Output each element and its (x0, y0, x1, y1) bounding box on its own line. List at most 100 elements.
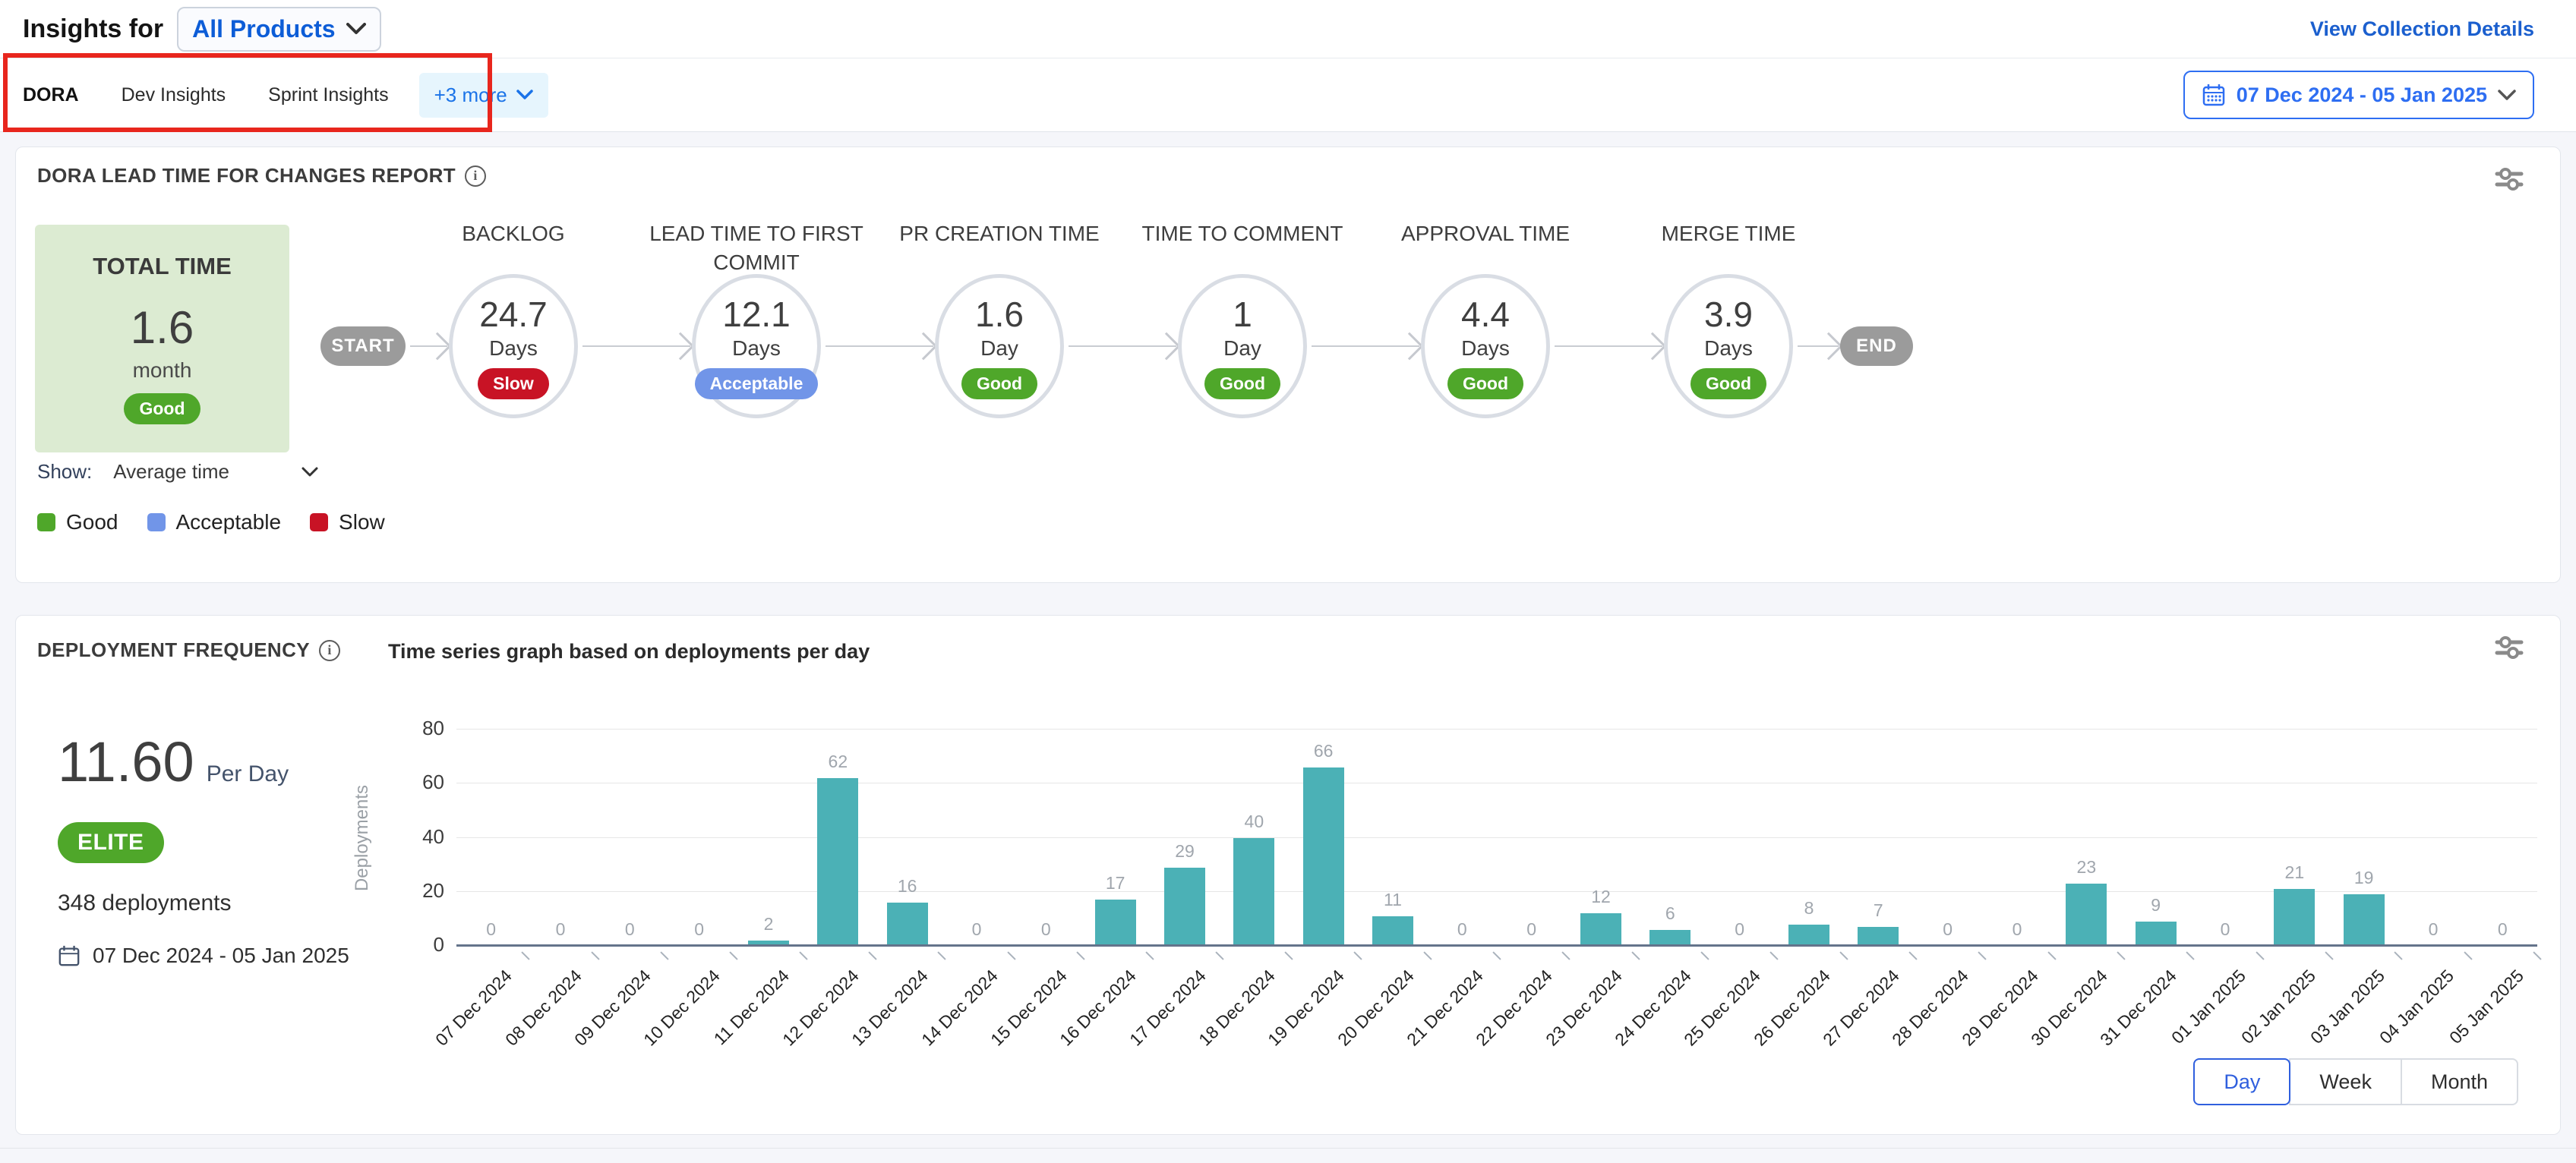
bar-value-label: 0 (461, 919, 522, 940)
granularity-month[interactable]: Month (2401, 1058, 2518, 1105)
tab-bar: DORADev InsightsSprint Insights +3 more … (0, 58, 2576, 132)
rating-legend: Good Acceptable Slow (37, 510, 385, 534)
legend-label: Good (66, 510, 118, 534)
y-tick-label: 60 (397, 771, 444, 794)
stage-value: 12.1 (722, 294, 791, 335)
x-tick-mark (1562, 951, 1571, 960)
calendar-icon (58, 944, 80, 967)
x-tick-label: 02 Jan 2025 (2237, 966, 2320, 1048)
bar-value-label: 11 (1362, 890, 1423, 910)
stage-rating-badge: Good (1447, 368, 1523, 399)
stage-rating-badge: Slow (478, 368, 549, 399)
tab-dev-insights[interactable]: Dev Insights (122, 58, 226, 131)
bar-value-label: 0 (530, 919, 591, 940)
x-tick-mark (1978, 951, 1987, 960)
x-tick-mark (2325, 951, 2333, 960)
gridline (456, 837, 2537, 838)
chart-settings-icon[interactable] (2492, 631, 2526, 668)
bar (1164, 868, 1205, 946)
x-tick-mark (1423, 951, 1432, 960)
bar (817, 778, 858, 946)
stage-approval-time: 4.4DaysGood (1421, 274, 1550, 418)
y-tick-label: 0 (397, 933, 444, 957)
bar-value-label: 12 (1571, 887, 1631, 907)
stage-unit: Day (1223, 336, 1261, 361)
collection-selector[interactable]: All Products (177, 7, 380, 52)
bar-value-label: 40 (1223, 812, 1284, 832)
y-tick-label: 40 (397, 825, 444, 849)
stage-label-backlog: BACKLOG (392, 219, 635, 248)
stage-lead-time-to-first-commit: 12.1DaysAcceptable (692, 274, 821, 418)
x-tick-mark (2047, 951, 2056, 960)
flow-arrowhead-icon (1815, 333, 1843, 361)
bar (1095, 900, 1136, 946)
chart-subtitle: Time series graph based on deployments p… (388, 640, 870, 663)
tab-sprint-insights[interactable]: Sprint Insights (268, 58, 388, 131)
bar (2274, 889, 2315, 946)
chevron-down-icon (2498, 90, 2516, 101)
x-tick-label: 04 Jan 2025 (2376, 966, 2458, 1048)
total-time-unit: month (133, 358, 192, 383)
stage-value: 3.9 (1704, 294, 1753, 335)
x-tick-mark (1146, 951, 1154, 960)
stage-value: 4.4 (1461, 294, 1510, 335)
deployments-bar-chart: 020406080007 Dec 2024008 Dec 2024009 Dec… (456, 730, 2537, 946)
more-tabs-button[interactable]: +3 more (419, 73, 548, 118)
lead-time-card: DORA LEAD TIME FOR CHANGES REPORT i TOTA… (15, 147, 2561, 583)
x-tick-mark (938, 951, 946, 960)
granularity-week[interactable]: Week (2289, 1058, 2402, 1105)
x-tick-mark (730, 951, 738, 960)
legend-item-acceptable: Acceptable (147, 510, 282, 534)
x-tick-mark (1631, 951, 1640, 960)
calendar-icon (2202, 83, 2226, 107)
bar (2344, 894, 2385, 946)
x-tick-mark (1908, 951, 1917, 960)
stage-label-pr-creation-time: PR CREATION TIME (878, 219, 1121, 248)
flow-arrowhead-icon (424, 333, 452, 361)
stage-unit: Days (1704, 336, 1753, 361)
bar-value-label: 8 (1779, 898, 1839, 919)
bar (1858, 927, 1899, 946)
x-tick-mark (1492, 951, 1501, 960)
x-tick-mark (1700, 951, 1709, 960)
page: Insights for All Products View Collectio… (0, 0, 2576, 1163)
bar-value-label: 0 (1987, 919, 2047, 940)
deployment-rate-unit: Per Day (207, 761, 289, 787)
info-icon[interactable]: i (319, 640, 340, 661)
bar-value-label: 7 (1848, 900, 1908, 921)
granularity-day[interactable]: Day (2193, 1058, 2290, 1105)
deployment-date-range-value: 07 Dec 2024 - 05 Jan 2025 (93, 944, 349, 968)
show-dropdown[interactable]: Show: Average time (37, 460, 318, 484)
chart-settings-icon[interactable] (2492, 162, 2526, 200)
bar-value-label: 6 (1640, 903, 1700, 924)
tab-dora[interactable]: DORA (23, 58, 79, 131)
stage-merge-time: 3.9DaysGood (1664, 274, 1793, 418)
stage-label-approval-time: APPROVAL TIME (1364, 219, 1607, 248)
bar (1303, 767, 1344, 946)
chevron-down-icon (346, 23, 366, 35)
total-time-rating-badge: Good (124, 393, 200, 424)
x-tick-mark (1076, 951, 1084, 960)
stage-rating-badge: Good (961, 368, 1037, 399)
more-tabs-label: +3 more (434, 84, 507, 107)
view-collection-details-link[interactable]: View Collection Details (2310, 17, 2534, 41)
deployment-rate: 11.60 Per Day (58, 730, 289, 794)
total-time-value: 1.6 (131, 301, 194, 354)
bar-value-label: 0 (2472, 919, 2533, 940)
info-icon[interactable]: i (465, 165, 486, 187)
bar-value-label: 0 (599, 919, 660, 940)
total-time-card: TOTAL TIME 1.6 month Good (35, 225, 289, 452)
deployment-date-range: 07 Dec 2024 - 05 Jan 2025 (58, 944, 349, 968)
legend-label: Slow (339, 510, 385, 534)
date-range-picker[interactable]: 07 Dec 2024 - 05 Jan 2025 (2183, 71, 2534, 119)
x-tick-label: 05 Jan 2025 (2445, 966, 2528, 1048)
bar-value-label: 0 (1709, 919, 1770, 940)
legend-item-slow: Slow (310, 510, 385, 534)
bar (1649, 930, 1690, 946)
bar-value-label: 0 (2195, 919, 2256, 940)
x-tick-mark (1007, 951, 1015, 960)
total-time-label: TOTAL TIME (93, 253, 232, 280)
elite-badge: ELITE (58, 822, 164, 863)
bar-value-label: 0 (1918, 919, 1978, 940)
show-value: Average time (113, 460, 229, 484)
